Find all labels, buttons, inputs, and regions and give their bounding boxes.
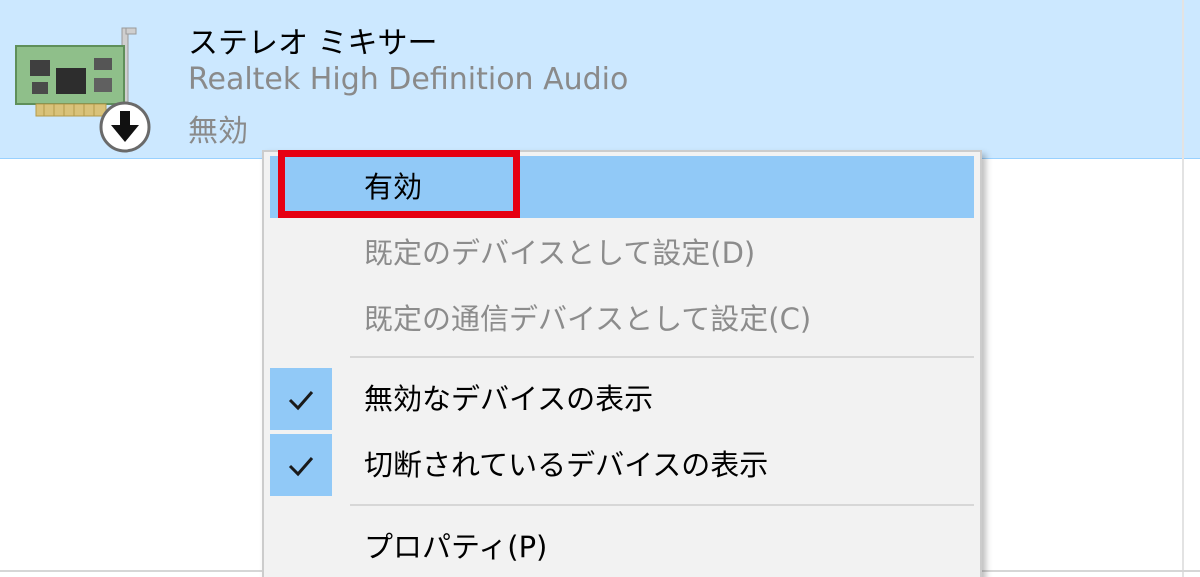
device-name: ステレオ ミキサー bbox=[188, 26, 438, 61]
menu-item-show-disconnected-devices[interactable]: 切断されているデバイスの表示 bbox=[270, 434, 974, 496]
disabled-arrow-down-icon bbox=[99, 101, 151, 153]
menu-item-label: 切断されているデバイスの表示 bbox=[364, 448, 769, 482]
checkmark-icon bbox=[288, 457, 314, 477]
annotation-highlight-box bbox=[278, 150, 520, 218]
device-status: 無効 bbox=[188, 114, 248, 149]
menu-item-label: 既定の通信デバイスとして設定(C) bbox=[364, 302, 812, 336]
menu-separator bbox=[350, 356, 974, 358]
menu-item-properties[interactable]: プロパティ(P) bbox=[270, 516, 974, 577]
menu-separator bbox=[350, 504, 974, 506]
menu-item-set-default-communication-device[interactable]: 既定の通信デバイスとして設定(C) bbox=[270, 288, 974, 350]
menu-item-set-default-device[interactable]: 既定のデバイスとして設定(D) bbox=[270, 222, 974, 284]
menu-item-label: 無効なデバイスの表示 bbox=[364, 382, 654, 416]
list-border bbox=[1182, 0, 1184, 577]
menu-item-label: プロパティ(P) bbox=[364, 530, 548, 564]
checkmark-icon bbox=[288, 391, 314, 411]
check-column bbox=[270, 434, 332, 496]
sound-devices-window: ステレオ ミキサー Realtek High Definition Audio … bbox=[0, 0, 1200, 577]
check-column bbox=[270, 368, 332, 430]
menu-item-show-disabled-devices[interactable]: 無効なデバイスの表示 bbox=[270, 368, 974, 430]
sound-card-icon bbox=[10, 24, 160, 160]
device-row-stereo-mixer[interactable]: ステレオ ミキサー Realtek High Definition Audio … bbox=[0, 0, 1200, 159]
menu-item-label: 既定のデバイスとして設定(D) bbox=[364, 236, 756, 270]
device-driver: Realtek High Definition Audio bbox=[188, 62, 629, 97]
